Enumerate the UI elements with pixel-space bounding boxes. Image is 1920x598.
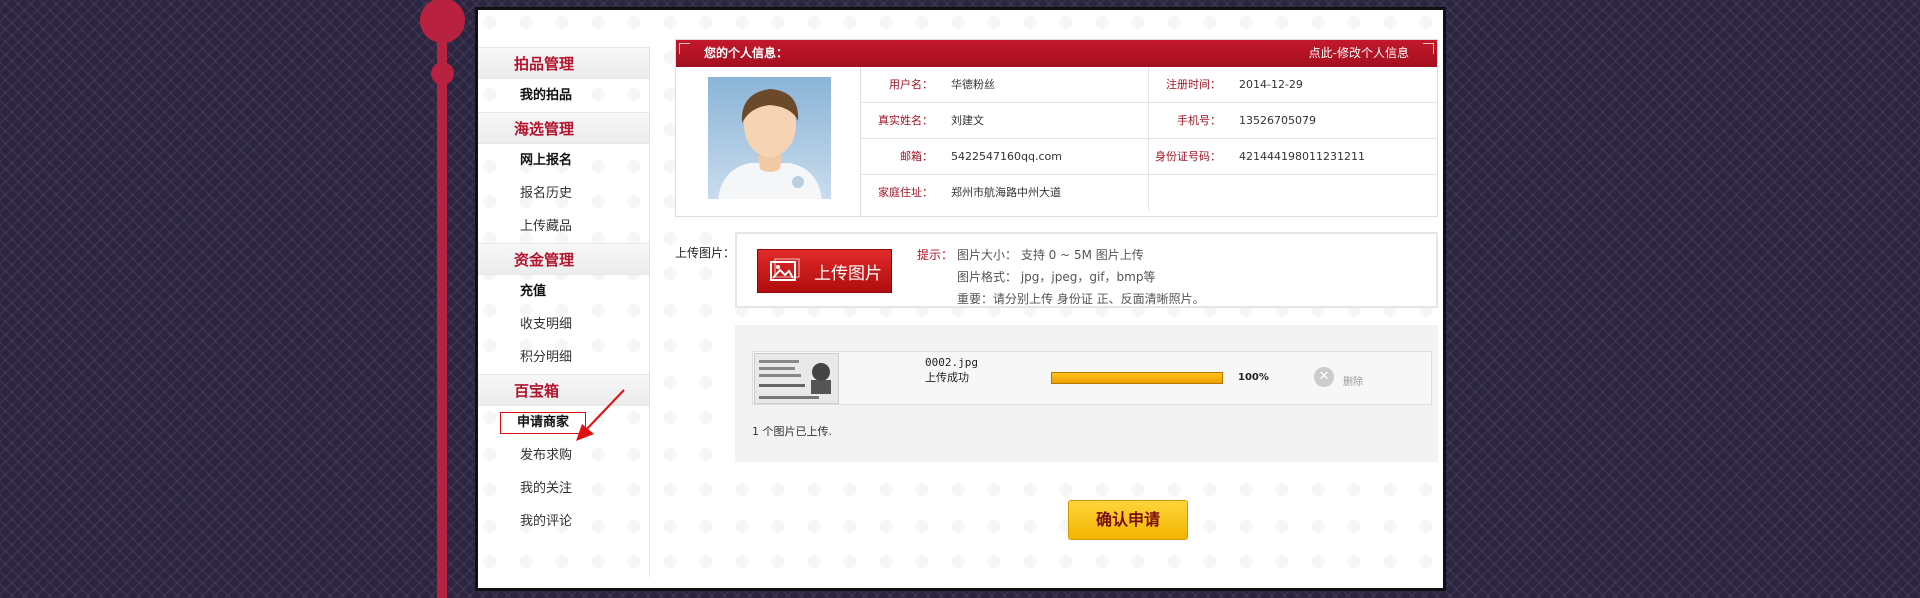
field-label: 注册时间： (1166, 78, 1221, 91)
upload-image-button[interactable]: 上传图片 (757, 249, 892, 293)
sidebar-item[interactable]: 充值 (478, 275, 649, 308)
sidebar-item-label: 网上报名 (520, 153, 573, 168)
field-value: 华德粉丝 (943, 67, 1149, 102)
profile-header: 您的个人信息： 点此-修改个人信息 (676, 40, 1437, 67)
profile-info-row: 邮箱： 5422547160qq.com 身份证号码： 421444198011231… (861, 139, 1437, 175)
field-label: 家庭住址： (878, 186, 933, 199)
sidebar-item-label: 我的关注 (520, 481, 573, 496)
field-label (1149, 175, 1231, 211)
field-value: 5422547160qq.com (943, 139, 1149, 174)
sidebar-item[interactable]: 积分明细 (478, 341, 649, 374)
sidebar-item[interactable]: 我的关注 (478, 472, 649, 505)
sidebar-item-label: 充值 (520, 284, 547, 299)
sidebar-item[interactable]: 我的评论 (478, 505, 649, 538)
upload-progress-bar (1051, 372, 1223, 384)
field-value: 13526705079 (1239, 114, 1316, 127)
profile-info-table: 用户名： 华德粉丝 注册时间： 2014-12-29 真实姓名： 刘建文 手机号： 13526… (861, 67, 1437, 211)
main-frame: 拍品管理 我的拍品 海选管理 网上报名 报名历史 上传藏品 资金管理 充值 收支明细 积分明细 百宝… (475, 7, 1446, 591)
tip-label: 提示： (917, 248, 954, 262)
tip-line: 图片大小： 支持 0 ~ 5M 图片上传 (957, 248, 1144, 262)
sidebar-item[interactable]: 收支明细 (478, 308, 649, 341)
upload-image-button-label: 上传图片 (814, 263, 882, 284)
file-name: 0002.jpg (925, 356, 978, 369)
confirm-apply-button[interactable]: 确认申请 (1068, 500, 1188, 540)
delete-icon[interactable]: ✕ (1314, 367, 1334, 387)
tip-line: 重要：请分别上传 身份证 正、反面清晰照片。 (957, 292, 1205, 306)
sidebar-section-title: 拍品管理 (478, 47, 649, 79)
image-icon (770, 258, 800, 281)
decorative-pole (437, 0, 447, 598)
pole-top-ornament (420, 0, 465, 43)
red-arrow-annotation (576, 389, 625, 441)
sidebar-item-label: 报名历史 (520, 186, 573, 201)
sidebar-item-label: 积分明细 (520, 350, 573, 365)
upload-queue: 0002.jpg 上传成功 100% ✕ 删除 1 个图片已上传. (735, 325, 1438, 462)
upload-progress-text: 100% (1238, 372, 1269, 383)
sidebar-item[interactable]: 网上报名 (478, 144, 649, 177)
sidebar-section-title: 海选管理 (478, 112, 649, 144)
avatar (708, 77, 831, 199)
field-value: 刘建文 (943, 103, 1149, 138)
profile-info-row: 家庭住址： 郑州市航海路中州大道 (861, 175, 1437, 211)
profile-title: 您的个人信息： (704, 46, 789, 60)
sidebar-item[interactable]: 我的拍品 (478, 79, 649, 112)
pole-knob-ornament (431, 62, 454, 85)
file-thumbnail[interactable] (754, 353, 839, 404)
sidebar-item-label: 我的评论 (520, 514, 573, 529)
sidebar-item-label: 发布求购 (520, 448, 573, 463)
upload-status: 上传成功 (925, 371, 969, 384)
sidebar-item[interactable]: 发布求购 (478, 439, 649, 472)
sidebar-item-label: 我的拍品 (520, 88, 573, 103)
sidebar-nav: 拍品管理 我的拍品 海选管理 网上报名 报名历史 上传藏品 资金管理 充值 收支明细 积分明细 百宝… (478, 47, 650, 577)
edit-profile-link[interactable]: 点此-修改个人信息 (1309, 40, 1409, 67)
profile-info-row: 真实姓名： 刘建文 手机号： 13526705079 (861, 103, 1437, 139)
upload-label: 上传图片： (675, 246, 736, 260)
field-label: 手机号： (1177, 114, 1221, 127)
field-value: 2014-12-29 (1239, 78, 1303, 91)
field-value: 421444198011231211 (1239, 150, 1365, 163)
delete-link[interactable]: 删除 (1343, 373, 1363, 388)
sidebar-item[interactable]: 报名历史 (478, 177, 649, 210)
sidebar-section-title: 资金管理 (478, 243, 649, 275)
field-label: 身份证号码： (1155, 150, 1221, 163)
file-row: 0002.jpg 上传成功 100% ✕ 删除 (752, 351, 1432, 405)
avatar-cell (676, 67, 861, 217)
field-value: 郑州市航海路中州大道 (943, 175, 1149, 211)
tip-line: 图片格式： jpg，jpeg，gif，bmp等 (957, 270, 1156, 284)
field-label: 用户名： (889, 78, 933, 91)
field-label: 真实姓名： (878, 114, 933, 127)
field-label: 邮箱： (900, 150, 933, 163)
sidebar-item[interactable]: 上传藏品 (478, 210, 649, 243)
profile-panel: 您的个人信息： 点此-修改个人信息 用户名： 华德粉丝 注册时间： 2014-12-2… (675, 39, 1438, 217)
sidebar-item-label: 上传藏品 (520, 219, 573, 234)
sidebar-item-label: 收支明细 (520, 317, 573, 332)
upload-tips: 提示： 图片大小： 支持 0 ~ 5M 图片上传 图片格式： jpg，jpeg，g… (917, 244, 1205, 310)
upload-progress-fill (1052, 373, 1222, 383)
profile-info-row: 用户名： 华德粉丝 注册时间： 2014-12-29 (861, 67, 1437, 103)
upload-summary: 1 个图片已上传. (752, 425, 832, 438)
upload-box: 上传图片 提示： 图片大小： 支持 0 ~ 5M 图片上传 图片格式： jpg，j… (735, 232, 1438, 308)
field-value (1231, 175, 1437, 211)
